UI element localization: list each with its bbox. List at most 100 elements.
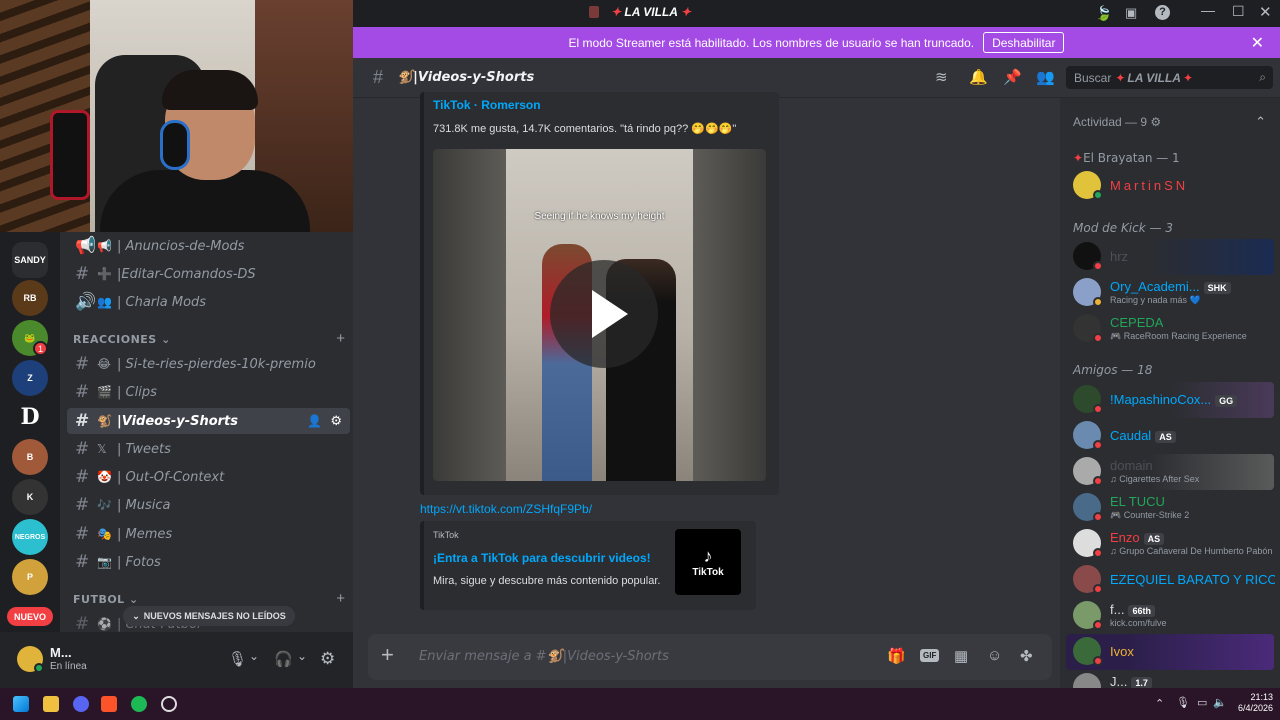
- server-icon[interactable]: P: [12, 559, 48, 595]
- channel-out-of-context[interactable]: # 🤡 | Out-Of-Context: [67, 464, 350, 490]
- server-icon[interactable]: RB: [12, 280, 48, 316]
- member-item[interactable]: domain ♫ Cigarettes After Sex: [1066, 454, 1274, 490]
- channel-memes[interactable]: # 🎭 | Memes: [67, 521, 350, 547]
- member-item[interactable]: !MapashinoCox... GG: [1066, 382, 1274, 418]
- embed-provider[interactable]: TikTok: [433, 530, 459, 540]
- chevron-down-icon[interactable]: ⌄: [297, 649, 307, 663]
- member-item[interactable]: CEPEDA 🎮 RaceRoom Racing Experience: [1066, 311, 1274, 347]
- channel-clips[interactable]: # 🎬 | Clips: [67, 379, 350, 405]
- member-item[interactable]: EL TUCU 🎮 Counter-Strike 2: [1066, 490, 1274, 526]
- username[interactable]: M...: [50, 645, 72, 660]
- status-dot: [1093, 584, 1103, 594]
- webcam-overlay: [0, 0, 353, 232]
- obs-icon[interactable]: [161, 696, 177, 712]
- member-group-title: ✦El Brayatan — 1: [1073, 151, 1180, 165]
- member-item[interactable]: Caudal AS: [1066, 418, 1274, 454]
- add-attachment-icon[interactable]: +: [381, 644, 394, 666]
- tiktok-thumbnail[interactable]: ♪ TikTok: [675, 529, 741, 595]
- member-item[interactable]: f... 66th kick.com/fulve: [1066, 598, 1274, 634]
- help-icon[interactable]: ?: [1155, 5, 1170, 20]
- member-item[interactable]: Ory_Academi... SHK Racing y nada más 💙: [1066, 275, 1274, 311]
- message-input[interactable]: Enviar mensaje a #🐒|Videos-y-Shorts: [419, 649, 669, 664]
- minimize-icon[interactable]: —: [1201, 2, 1215, 18]
- gear-icon[interactable]: ⚙: [320, 649, 335, 669]
- disable-streamer-mode-button[interactable]: Deshabilitar: [983, 32, 1065, 53]
- server-icon[interactable]: D: [12, 399, 48, 435]
- server-icon[interactable]: Z: [12, 360, 48, 396]
- channel-charla-mods[interactable]: 🔊 👥 | Charla Mods: [67, 289, 350, 315]
- network-icon[interactable]: ▭: [1197, 696, 1207, 709]
- microphone-icon[interactable]: 🎙: [1176, 696, 1190, 709]
- member-name: Ivox: [1110, 644, 1134, 659]
- video-player[interactable]: Seeing if he knows my height: [433, 149, 766, 481]
- inbox-icon[interactable]: ▣: [1125, 5, 1137, 21]
- gear-icon[interactable]: ⚙: [1150, 115, 1161, 129]
- message-link[interactable]: https://vt.tiktok.com/ZSHfqF9Pb/: [420, 502, 592, 516]
- member-item[interactable]: J... 1.7: [1066, 670, 1274, 688]
- server-icon[interactable]: NEGROS: [12, 519, 48, 555]
- server-sandy[interactable]: SANDY: [12, 242, 48, 278]
- chevron-down-icon[interactable]: ⌄: [249, 649, 259, 663]
- volume-icon[interactable]: 🔈: [1213, 696, 1227, 709]
- streamer-banner-text: El modo Streamer está habilitado. Los no…: [568, 35, 975, 50]
- maximize-icon[interactable]: ☐: [1232, 3, 1245, 20]
- member-item[interactable]: Enzo AS ♫ Grupo Cañaveral De Humberto Pab…: [1066, 526, 1274, 562]
- member-item[interactable]: EZEQUIEL BARATO Y RICO: [1066, 562, 1275, 598]
- channel-videos-y-shorts[interactable]: # 🐒 |Videos-y-Shorts 👤 ⚙: [67, 408, 350, 434]
- bell-icon[interactable]: 🔔: [969, 68, 988, 86]
- member-item[interactable]: Ivox: [1066, 634, 1274, 670]
- category-reacciones[interactable]: REACCIONES ⌄: [73, 333, 171, 346]
- gift-icon[interactable]: 🎁: [887, 647, 906, 665]
- embed-title[interactable]: TikTok · Romerson: [433, 98, 541, 112]
- message-composer[interactable]: + Enviar mensaje a #🐒|Videos-y-Shorts 🎁 …: [368, 634, 1052, 680]
- new-unreads-badge[interactable]: NUEVO: [7, 607, 53, 626]
- server-label: P: [26, 572, 33, 582]
- close-icon[interactable]: ✕: [1251, 33, 1264, 53]
- close-icon[interactable]: ✕: [1259, 3, 1272, 21]
- chevron-down-icon: ⌄: [161, 333, 171, 346]
- search-input[interactable]: Buscar ✦ LA VILLA ✦ ⌕: [1066, 66, 1273, 89]
- chevron-up-icon[interactable]: ⌃: [1155, 697, 1164, 710]
- member-item[interactable]: hrz: [1066, 239, 1274, 275]
- channel-name: |Videos-y-Shorts: [117, 413, 239, 429]
- emoji-icon[interactable]: ☺: [987, 647, 1002, 664]
- threads-icon[interactable]: ≋: [935, 68, 948, 86]
- pin-icon[interactable]: 📌: [1003, 68, 1022, 86]
- category-futbol[interactable]: FUTBOL ⌄: [73, 593, 139, 606]
- clock[interactable]: 21:13 6/4/2026: [1233, 692, 1273, 714]
- member-name: MartinSN: [1110, 178, 1189, 193]
- channel-name: | Clips: [117, 384, 157, 400]
- streamer-mode-banner: El modo Streamer está habilitado. Los no…: [353, 27, 1280, 58]
- channel-musica[interactable]: # 🎶 | Musica: [67, 492, 350, 518]
- leaf-icon[interactable]: 🍃: [1095, 5, 1112, 22]
- microphone-icon[interactable]: 🎙: [228, 650, 247, 668]
- embed-title[interactable]: ¡Entra a TikTok para descubrir videos!: [433, 551, 651, 565]
- channel-si-te-ries[interactable]: # 😂 | Si-te-ries-pierdes-10k-premio: [67, 351, 350, 377]
- group-title-label: Mod de Kick — 3: [1073, 221, 1173, 235]
- apps-icon[interactable]: ✤: [1020, 647, 1033, 665]
- gif-icon[interactable]: GIF: [920, 649, 940, 662]
- windows-start-icon[interactable]: [13, 696, 29, 712]
- channel-anuncios-de-mods[interactable]: 📢 📢 | Anuncios-de-Mods: [67, 233, 350, 259]
- spotify-icon[interactable]: [131, 696, 147, 712]
- channel-fotos[interactable]: # 📷 | Fotos: [67, 549, 350, 575]
- add-channel-icon[interactable]: +: [336, 590, 345, 607]
- discord-icon[interactable]: [73, 696, 89, 712]
- brave-browser-icon[interactable]: [101, 696, 117, 712]
- channel-editar-comandos[interactable]: # ➕ |Editar-Comandos-DS: [67, 261, 350, 287]
- play-icon[interactable]: [550, 260, 658, 368]
- member-item[interactable]: MartinSN: [1066, 168, 1274, 204]
- server-icon[interactable]: K: [12, 479, 48, 515]
- member-name: hrz: [1110, 249, 1129, 264]
- file-explorer-icon[interactable]: [43, 696, 59, 712]
- invite-icon[interactable]: 👤: [307, 414, 322, 428]
- server-icon[interactable]: B: [12, 439, 48, 475]
- sticker-icon[interactable]: ▦: [954, 647, 968, 665]
- members-icon[interactable]: 👥: [1036, 68, 1055, 86]
- chevron-up-icon[interactable]: ⌃: [1255, 114, 1266, 130]
- gear-icon[interactable]: ⚙: [330, 414, 342, 429]
- add-channel-icon[interactable]: +: [336, 330, 345, 347]
- new-unread-messages-pill[interactable]: ⌄ NUEVOS MENSAJES NO LEÍDOS: [123, 606, 295, 626]
- channel-tweets[interactable]: # 𝕏 | Tweets: [67, 436, 350, 462]
- headphones-icon[interactable]: 🎧: [274, 650, 293, 668]
